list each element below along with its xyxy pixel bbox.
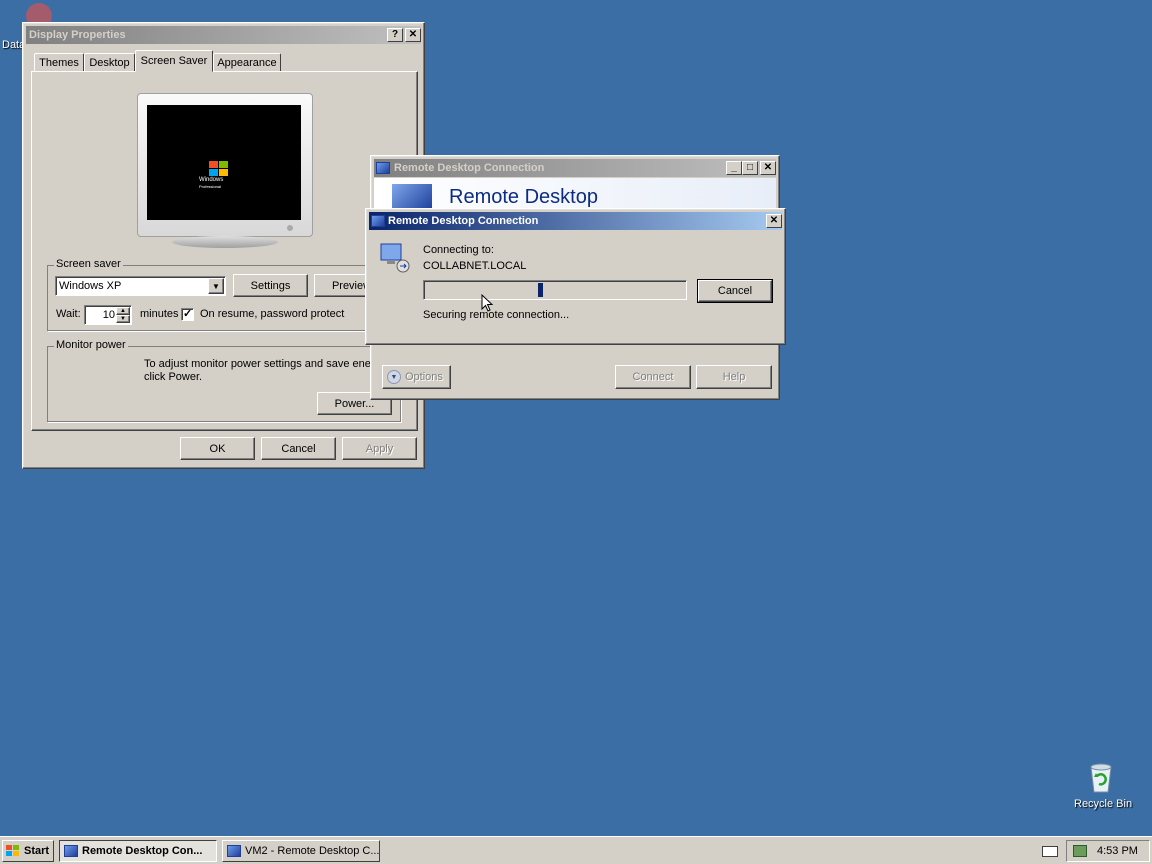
- connection-progress-bar: [423, 280, 687, 300]
- title-bar[interactable]: Remote Desktop Connection: [374, 159, 776, 177]
- screen-saver-group-label: Screen saver: [54, 258, 123, 270]
- wait-value: 10: [102, 309, 115, 321]
- taskbar: Start Remote Desktop Con... VM2 - Remote…: [0, 836, 1152, 864]
- spin-down-icon[interactable]: ▼: [116, 315, 130, 323]
- cancel-button[interactable]: Cancel: [261, 437, 336, 460]
- tab-themes[interactable]: Themes: [34, 53, 84, 72]
- title-bar[interactable]: Remote Desktop Connection: [369, 212, 782, 230]
- minutes-label: minutes: [140, 308, 179, 320]
- chevron-down-icon: ▼: [387, 370, 401, 384]
- taskbar-item-vm2[interactable]: VM2 - Remote Desktop C...: [222, 840, 380, 862]
- window-title: Remote Desktop Connection: [394, 162, 545, 174]
- windows-logo-icon: [6, 845, 19, 856]
- wait-spinner[interactable]: 10 ▲ ▼: [84, 305, 132, 325]
- mouse-cursor-icon: [481, 294, 494, 312]
- rdc-icon: [64, 845, 78, 857]
- screen-logo-text: Windows: [199, 177, 224, 183]
- cancel-button[interactable]: Cancel: [697, 279, 773, 303]
- keyboard-icon[interactable]: [1042, 846, 1058, 857]
- desktop-icon-recycle-bin[interactable]: Recycle Bin: [1068, 760, 1134, 816]
- maximize-button[interactable]: □: [742, 161, 758, 175]
- recycle-bin-label: Recycle Bin: [1074, 798, 1133, 810]
- screen-logo-subtext: Professional: [199, 184, 222, 189]
- monitor-power-group-label: Monitor power: [54, 339, 128, 351]
- rdc-icon: [376, 162, 390, 174]
- window-title: Display Properties: [29, 29, 126, 41]
- tab-screen-saver[interactable]: Screen Saver: [135, 50, 213, 72]
- options-button[interactable]: ▼ Options: [382, 365, 451, 389]
- system-tray: 4:53 PM: [1066, 840, 1150, 862]
- network-icon[interactable]: [1073, 845, 1087, 857]
- taskbar-item-rdc[interactable]: Remote Desktop Con...: [59, 840, 217, 862]
- connection-status: Securing remote connection...: [423, 309, 570, 321]
- close-button[interactable]: ✕: [766, 214, 782, 228]
- rdc-icon: [371, 215, 385, 227]
- help-button[interactable]: ?: [387, 28, 403, 42]
- tab-appearance[interactable]: Appearance: [213, 53, 281, 72]
- title-bar[interactable]: Display Properties: [26, 26, 421, 44]
- rdc-banner-icon: [392, 184, 432, 210]
- remote-connection-icon: [380, 243, 410, 273]
- ok-button[interactable]: OK: [180, 437, 255, 460]
- progress-indicator: [538, 283, 543, 297]
- help-button[interactable]: Help: [696, 365, 772, 389]
- monitor-stand: [172, 236, 278, 248]
- rdc-icon: [227, 845, 241, 857]
- connecting-to-label: Connecting to:: [423, 244, 494, 256]
- connect-button[interactable]: Connect: [615, 365, 691, 389]
- close-button[interactable]: ✕: [760, 161, 776, 175]
- screen-saver-value: Windows XP: [59, 280, 122, 292]
- options-label: Options: [405, 371, 443, 383]
- rdc-banner-title: Remote Desktop: [449, 186, 598, 208]
- dropdown-arrow-icon[interactable]: ▼: [208, 278, 224, 294]
- close-button[interactable]: ✕: [405, 28, 421, 42]
- apply-button[interactable]: Apply: [342, 437, 417, 460]
- wait-label: Wait:: [56, 308, 81, 320]
- password-protect-checkbox[interactable]: ✓: [181, 308, 194, 321]
- tab-desktop[interactable]: Desktop: [84, 53, 135, 72]
- rdc-banner: Remote Desktop: [374, 178, 776, 210]
- password-protect-label: On resume, password protect: [200, 308, 345, 320]
- monitor-preview: Windows Professional: [137, 93, 315, 249]
- power-description-line-2: click Power.: [144, 371, 203, 383]
- rdc-connecting-dialog: Remote Desktop Connection ✕ Connecting t…: [365, 208, 786, 345]
- spin-up-icon[interactable]: ▲: [116, 307, 130, 315]
- windows-logo-icon: [209, 161, 228, 176]
- checkmark-icon: ✓: [183, 308, 193, 320]
- minimize-button[interactable]: _: [726, 161, 742, 175]
- taskbar-item-label: Remote Desktop Con...: [82, 845, 203, 857]
- clock: 4:53 PM: [1097, 845, 1138, 857]
- taskbar-item-label: VM2 - Remote Desktop C...: [245, 845, 380, 857]
- settings-button[interactable]: Settings: [233, 274, 308, 297]
- power-description-line-1: To adjust monitor power settings and sav…: [144, 358, 389, 370]
- start-label: Start: [24, 845, 50, 857]
- window-title: Remote Desktop Connection: [388, 215, 539, 227]
- recycle-bin-icon: [1090, 763, 1112, 793]
- screen-saver-select[interactable]: Windows XP ▼: [55, 276, 226, 296]
- start-button[interactable]: Start: [2, 840, 54, 862]
- host-name: COLLABNET.LOCAL: [423, 260, 527, 272]
